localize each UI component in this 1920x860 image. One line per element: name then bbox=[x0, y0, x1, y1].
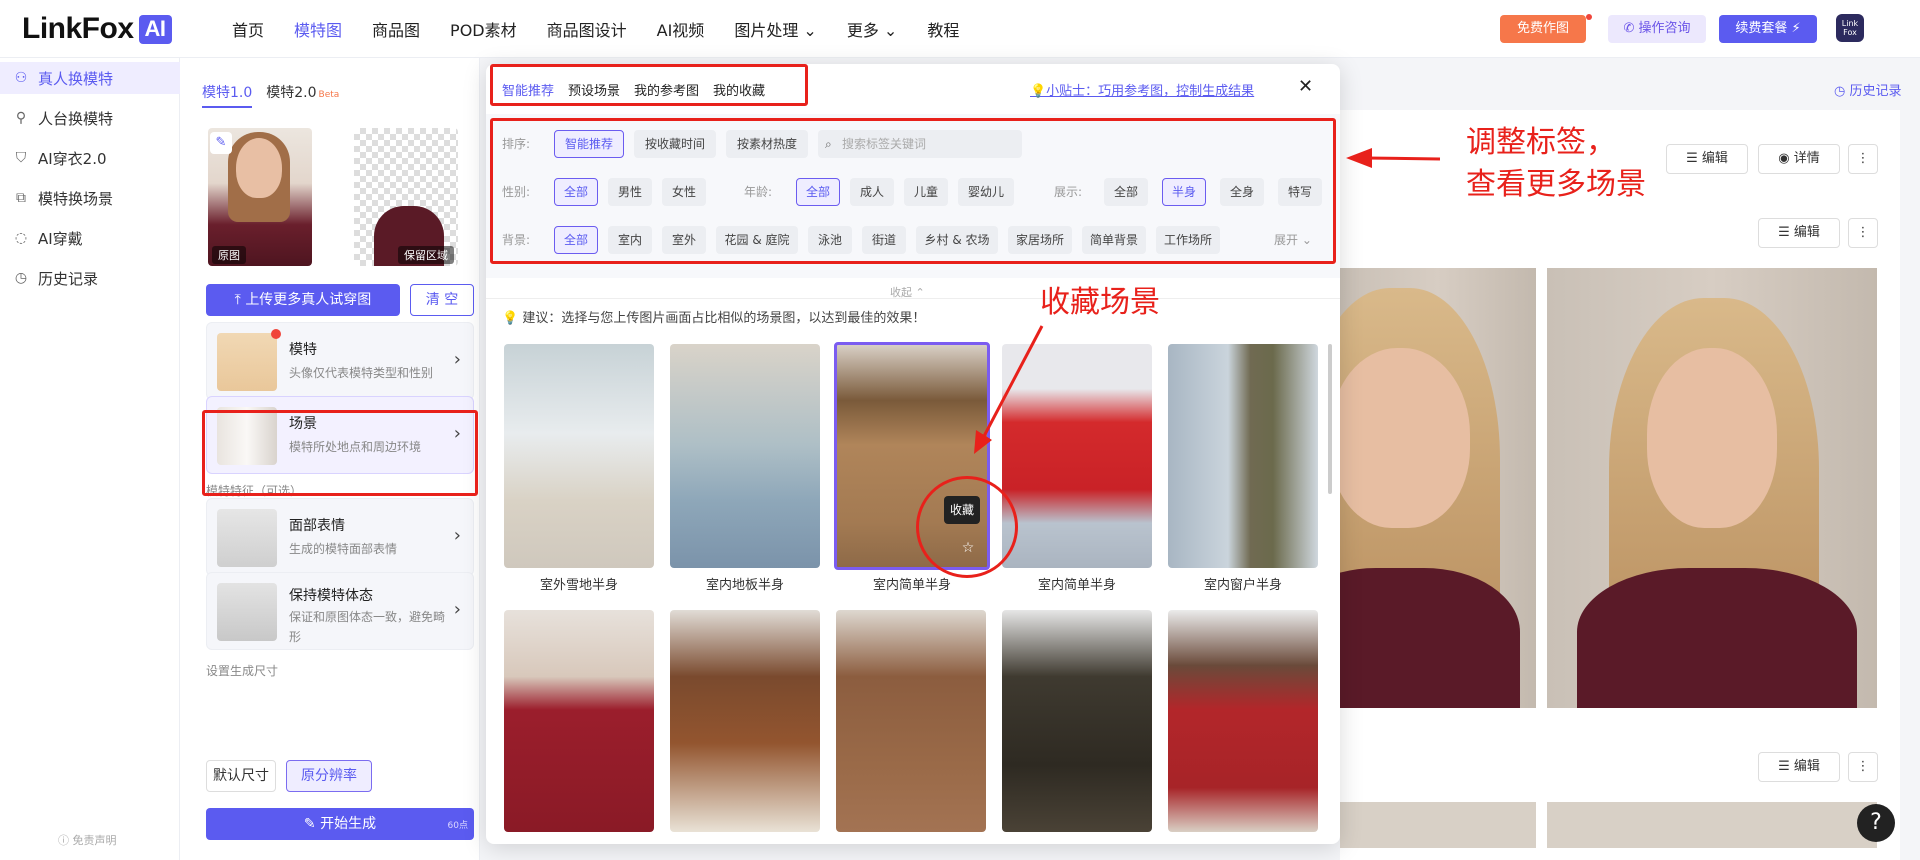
annotation-collect-scene: 收藏场景 bbox=[1040, 285, 1160, 320]
arrow-head-filters bbox=[1346, 148, 1372, 168]
arrow-head-collect bbox=[974, 430, 992, 454]
arrow-line-collect bbox=[980, 325, 1044, 441]
annotation-adjust-tags: 调整标签， 查看更多场景 bbox=[1466, 125, 1646, 202]
arrow-line-filters bbox=[1365, 156, 1441, 161]
